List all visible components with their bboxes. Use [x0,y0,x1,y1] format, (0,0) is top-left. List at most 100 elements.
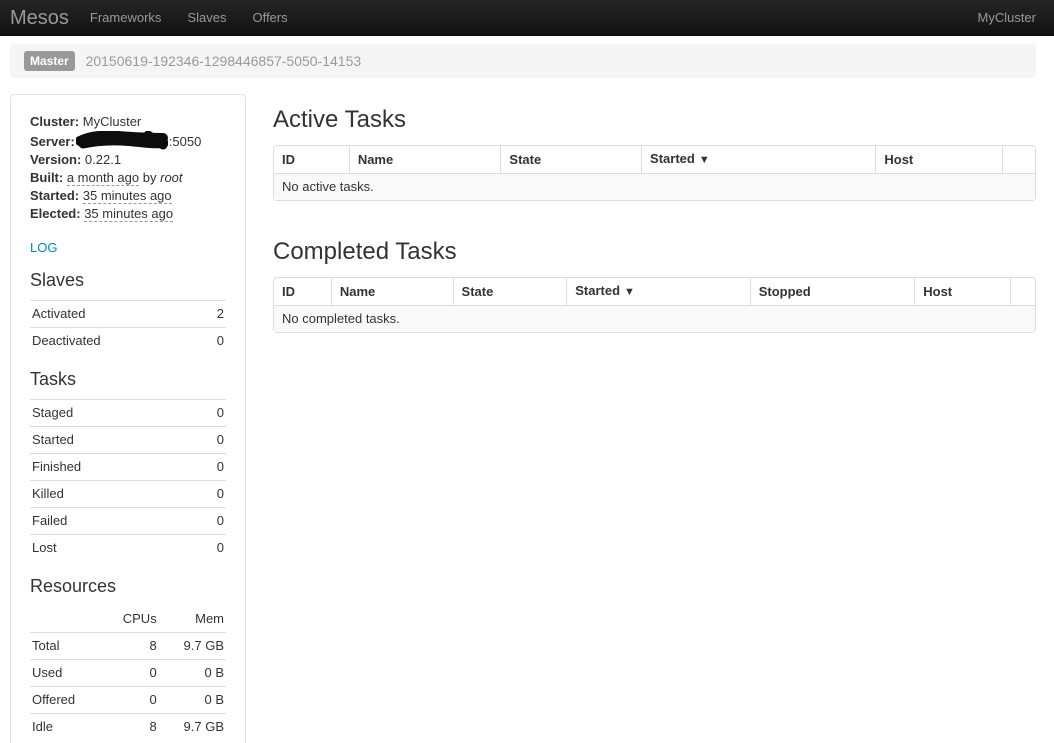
tasks-staged-value: 0 [192,400,226,427]
slaves-section-title: Slaves [30,269,226,291]
tasks-finished-value: 0 [192,454,226,481]
resources-total-cpus: 8 [101,633,158,660]
completed-col-id[interactable]: ID [274,278,331,305]
sort-desc-icon: ▼ [699,154,710,166]
slaves-activated-label: Activated [30,301,200,328]
table-row: CPUs Mem [30,606,226,633]
table-row: Staged 0 [30,400,226,427]
table-row: Started 0 [30,427,226,454]
elected-value: 35 minutes ago [84,206,173,222]
resources-idle-label: Idle [30,714,101,741]
active-col-id[interactable]: ID [274,146,349,173]
log-link[interactable]: LOG [30,240,57,255]
completed-col-started[interactable]: Started ▼ [566,278,749,305]
navbar-cluster-name: MyCluster [977,0,1036,36]
table-row: Idle 8 9.7 GB [30,714,226,741]
empty-state-row: No active tasks. [274,173,1035,200]
server-port: :5050 [169,134,202,149]
tasks-started-value: 0 [192,427,226,454]
tasks-killed-label: Killed [30,481,192,508]
slaves-deactivated-value: 0 [200,328,226,355]
table-row: Killed 0 [30,481,226,508]
version-label: Version: [30,152,81,167]
completed-tasks-empty-text: No completed tasks. [274,305,1035,332]
resources-used-cpus: 0 [101,660,158,687]
built-user: root [160,170,182,185]
elected-info-line: Elected: 35 minutes ago [30,205,226,223]
sort-desc-icon: ▼ [624,286,635,298]
active-tasks-table: ID Name State Started ▼ Host No active ta… [273,145,1036,201]
table-row: Finished 0 [30,454,226,481]
resources-idle-cpus: 8 [101,714,158,741]
active-col-state[interactable]: State [500,146,641,173]
cluster-value: MyCluster [83,114,142,129]
table-header-row: ID Name State Started ▼ Stopped Host [274,278,1035,305]
nav-item-offers[interactable]: Offers [239,0,300,36]
table-row: Activated 2 [30,301,226,328]
resources-col-blank [30,606,101,633]
completed-col-state[interactable]: State [453,278,567,305]
tasks-started-label: Started [30,427,192,454]
table-row: Deactivated 0 [30,328,226,355]
cluster-info-line: Cluster: MyCluster [30,113,226,131]
completed-tasks-table: ID Name State Started ▼ Stopped Host No c… [273,277,1036,333]
resources-total-label: Total [30,633,101,660]
empty-state-row: No completed tasks. [274,305,1035,332]
table-row: Total 8 9.7 GB [30,633,226,660]
active-col-host[interactable]: Host [875,146,1002,173]
master-badge: Master [24,51,75,71]
brand-link-mesos[interactable]: Mesos [0,0,77,36]
resources-offered-cpus: 0 [101,687,158,714]
completed-tasks-title: Completed Tasks [273,238,1036,266]
table-row: Failed 0 [30,508,226,535]
completed-col-stopped[interactable]: Stopped [750,278,915,305]
table-row: Used 0 0 B [30,660,226,687]
resources-col-cpus: CPUs [101,606,158,633]
slaves-table: Activated 2 Deactivated 0 [30,300,226,354]
started-info-line: Started: 35 minutes ago [30,187,226,205]
tasks-failed-label: Failed [30,508,192,535]
nav-item-frameworks[interactable]: Frameworks [77,0,175,36]
resources-table: CPUs Mem Total 8 9.7 GB Used 0 0 B Offer… [30,606,226,740]
table-row: Lost 0 [30,535,226,562]
started-label: Started: [30,188,79,203]
active-col-started-label: Started [650,151,695,166]
resources-used-label: Used [30,660,101,687]
main-content: Active Tasks ID Name State Started ▼ Host… [273,94,1036,333]
completed-col-host[interactable]: Host [914,278,1010,305]
tasks-table: Staged 0 Started 0 Finished 0 Killed 0 F… [30,399,226,561]
resources-offered-label: Offered [30,687,101,714]
tasks-section-title: Tasks [30,368,226,390]
active-tasks-title: Active Tasks [273,106,1036,134]
active-col-started[interactable]: Started ▼ [641,146,875,173]
completed-col-started-label: Started [575,283,620,298]
master-id: 20150619-192346-1298446857-5050-14153 [86,53,362,69]
active-col-name[interactable]: Name [349,146,501,173]
server-info-line: Server: :5050 [30,131,226,151]
slaves-activated-value: 2 [200,301,226,328]
tasks-staged-label: Staged [30,400,192,427]
server-label: Server: [30,134,75,149]
version-info-line: Version: 0.22.1 [30,151,226,169]
tasks-lost-label: Lost [30,535,192,562]
tasks-lost-value: 0 [192,535,226,562]
completed-col-actions [1010,278,1035,305]
built-label: Built: [30,170,63,185]
version-value: 0.22.1 [85,152,121,167]
resources-total-mem: 9.7 GB [159,633,226,660]
started-value: 35 minutes ago [83,188,172,204]
table-row: Offered 0 0 B [30,687,226,714]
resources-offered-mem: 0 B [159,687,226,714]
resources-section-title: Resources [30,575,226,597]
cluster-label: Cluster: [30,114,79,129]
built-info-line: Built: a month ago by root [30,169,226,187]
elected-label: Elected: [30,206,81,221]
resources-col-mem: Mem [159,606,226,633]
resources-used-mem: 0 B [159,660,226,687]
sidebar-panel: Cluster: MyCluster Server: :5050 Version… [10,94,246,743]
completed-col-name[interactable]: Name [331,278,453,305]
active-tasks-empty-text: No active tasks. [274,173,1035,200]
nav-item-slaves[interactable]: Slaves [174,0,239,36]
table-header-row: ID Name State Started ▼ Host [274,146,1035,173]
active-col-actions [1002,146,1035,173]
